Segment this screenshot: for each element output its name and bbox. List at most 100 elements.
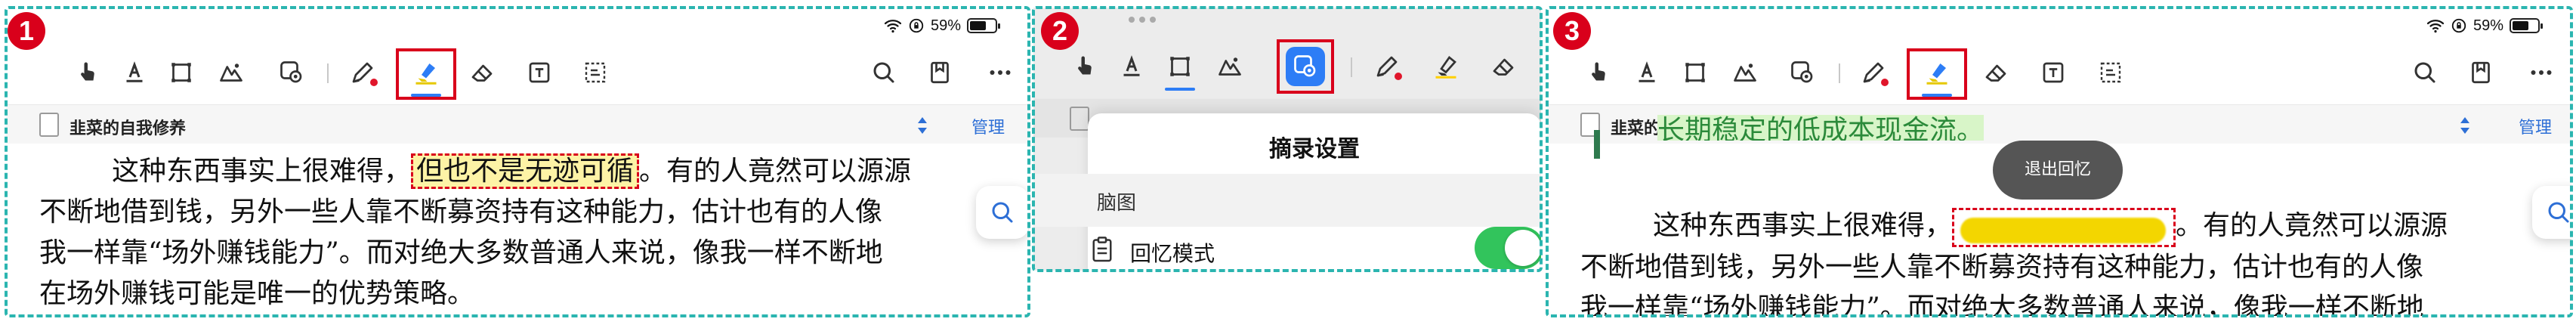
excerpt-settings-button[interactable]: [1783, 53, 1822, 92]
pen-tool-button[interactable]: [343, 53, 382, 92]
sort-icon[interactable]: [2458, 116, 2472, 135]
battery-icon: [967, 18, 1000, 33]
recall-mode-label: 回忆模式: [1130, 241, 1215, 266]
toolbar: [6, 44, 1029, 100]
pen-color-dot: [1881, 79, 1889, 86]
eraser-tool-button[interactable]: [462, 53, 502, 92]
text-select-tool-button[interactable]: [115, 53, 154, 92]
text-select-tool-button[interactable]: [1627, 53, 1666, 92]
settings-gear-icon: [278, 59, 305, 86]
previous-excerpt: 长期稳定的低成本现金流。: [1657, 110, 2337, 141]
textbox-tool-button[interactable]: [520, 53, 559, 92]
step-badge-3: 3: [1553, 12, 1591, 50]
manage-button[interactable]: 管理: [2519, 114, 2552, 138]
article-line: 不断地借到钱，另外一些人靠不断募资持有这种能力，估计也有的人像: [39, 197, 883, 228]
tutorial-composite: 59% 韭菜的自我修养 管理 这种东西事实上很难得， 但也不是无迹可循 。有的人…: [0, 0, 2576, 325]
panel-3: 59% 韭菜的自我修养 管理 长期稳: [1547, 8, 2571, 316]
rect-select-icon: [1682, 59, 1709, 86]
eraser-icon: [468, 59, 496, 86]
pen-color-dot: [1395, 73, 1402, 80]
article-line: 这种东西事实上很难得， 。有的人竟然可以源源: [1580, 206, 2540, 247]
article-line: 在场外赚钱可能是唯一的优势策略。: [39, 278, 475, 309]
lasso-icon: [2097, 59, 2124, 86]
toolbar: [1033, 38, 1541, 94]
toolbar-divider: [1839, 63, 1840, 83]
text-segment: 这种东西事实上很难得，: [112, 156, 412, 187]
excerpt-settings-button[interactable]: [272, 53, 311, 92]
battery-icon: [2510, 18, 2543, 33]
text-box-icon: [526, 59, 553, 86]
text-select-tool-button[interactable]: [1112, 47, 1151, 86]
image-tool-button[interactable]: [1725, 53, 1765, 92]
image-tool-button[interactable]: [1210, 47, 1249, 86]
text-underline-icon: [121, 59, 148, 86]
callout-box-highlighter: [1907, 48, 1967, 100]
search-button[interactable]: [2405, 53, 2445, 92]
sort-icon[interactable]: [916, 116, 929, 135]
wifi-icon: [884, 17, 902, 35]
status-bar: 59%: [884, 17, 1000, 35]
eraser-tool-button[interactable]: [1484, 47, 1523, 86]
eraser-icon: [1982, 59, 2009, 86]
rect-select-icon: [168, 59, 195, 86]
rect-select-tool-button[interactable]: [162, 53, 201, 92]
step-badge-1: 1: [8, 12, 45, 50]
search-icon: [870, 59, 897, 86]
search-icon: [989, 199, 1016, 226]
sheet-section-header: 脑图: [1033, 174, 1541, 227]
more-button[interactable]: [981, 53, 1020, 92]
article-text: 这种东西事实上很难得， 但也不是无迹可循 。有的人竟然可以源源 不断地借到钱，另外一…: [39, 151, 991, 314]
more-icon: [2528, 59, 2555, 86]
window-grabber[interactable]: [1129, 17, 1156, 23]
rect-select-tool-button[interactable]: [1160, 47, 1200, 91]
excerpt-marker-line: [1594, 130, 1600, 159]
floating-search-button[interactable]: [976, 186, 1029, 239]
previous-excerpt-text: 长期稳定的低成本现金流。: [1657, 115, 1985, 141]
sheet-title: 摘录设置: [1269, 136, 1360, 162]
eraser-tool-button[interactable]: [1976, 53, 2015, 92]
bookmark-button[interactable]: [920, 53, 959, 92]
search-icon: [2545, 199, 2571, 226]
pen-tool-button[interactable]: [1854, 53, 1893, 92]
image-tool-button[interactable]: [212, 53, 251, 92]
clipboard-icon: [1091, 236, 1113, 263]
floating-search-button[interactable]: [2532, 186, 2571, 239]
manage-button[interactable]: 管理: [971, 114, 1005, 138]
panel-1: 59% 韭菜的自我修养 管理 这种东西事实上很难得， 但也不是无迹可循 。有的人…: [6, 8, 1029, 316]
callout-box-highlighter: [396, 48, 456, 100]
hand-tool-button[interactable]: [1065, 47, 1104, 86]
exit-recall-toast[interactable]: 退出回忆: [1993, 141, 2123, 200]
callout-box-settings: [1277, 39, 1334, 94]
bookmark-button[interactable]: [2461, 53, 2500, 92]
hand-pointer-icon: [1071, 53, 1098, 80]
search-icon: [2411, 59, 2439, 86]
more-icon: [987, 59, 1014, 86]
recall-hidden-excerpt[interactable]: [1952, 208, 2176, 247]
article-text: 这种东西事实上很难得， 。有的人竟然可以源源 不断地借到钱，另外一些人靠不断募资持…: [1580, 206, 2540, 316]
hand-pointer-icon: [74, 59, 101, 86]
search-button[interactable]: [864, 53, 903, 92]
rect-select-tool-button[interactable]: [1676, 53, 1715, 92]
more-button[interactable]: [2522, 53, 2561, 92]
highlighted-excerpt[interactable]: 但也不是无迹可循: [411, 153, 640, 189]
lasso-tool-button[interactable]: [2091, 53, 2130, 92]
document-title: 韭菜的自我修养: [69, 119, 187, 138]
lasso-tool-button[interactable]: [576, 53, 615, 92]
hand-tool-button[interactable]: [68, 53, 107, 92]
text-segment: 。有的人竟然可以源源: [639, 156, 912, 187]
pen-tool-button[interactable]: [1367, 47, 1407, 86]
textbox-tool-button[interactable]: [2034, 53, 2073, 92]
highlighter-tool-button[interactable]: [1426, 47, 1466, 86]
lasso-icon: [582, 59, 609, 86]
hand-tool-button[interactable]: [1579, 53, 1618, 92]
rotation-lock-icon: [2451, 17, 2467, 34]
status-bar: 59%: [2426, 17, 2543, 35]
recall-blur-mask: [1960, 218, 2167, 243]
battery-percent: 59%: [2473, 17, 2503, 34]
recall-mode-toggle[interactable]: [1475, 227, 1541, 269]
text-underline-icon: [1633, 59, 1660, 86]
document-icon: [39, 113, 59, 137]
text-box-icon: [2040, 59, 2067, 86]
toolbar-divider: [1351, 57, 1352, 77]
battery-percent: 59%: [930, 17, 961, 34]
